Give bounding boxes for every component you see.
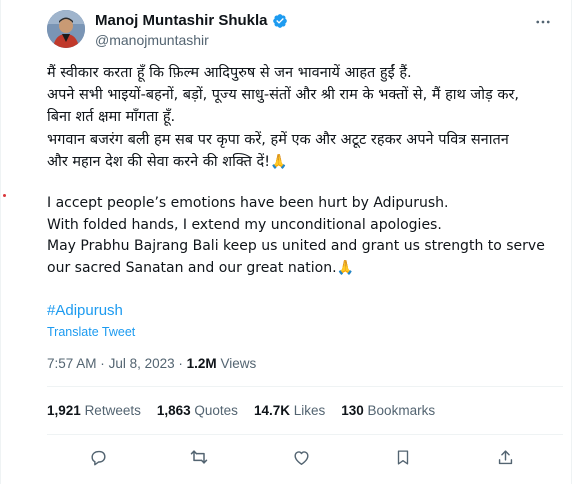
author-display-name[interactable]: Manoj Muntashir Shukla bbox=[95, 12, 268, 29]
avatar-image bbox=[47, 10, 85, 48]
tweet-stats: 1,921 Retweets 1,863 Quotes 14.7K Likes … bbox=[47, 403, 435, 418]
tweet-detail: Manoj Muntashir Shukla @manojmuntashir म… bbox=[0, 0, 572, 484]
stat-count: 130 bbox=[341, 403, 364, 418]
bookmarks-stat[interactable]: 130 Bookmarks bbox=[341, 403, 435, 418]
stat-label: Quotes bbox=[194, 403, 238, 418]
hindi-line: और महान देश की सेवा करने की शक्ति दें! bbox=[47, 153, 271, 170]
meta-separator: · bbox=[100, 356, 105, 371]
hindi-line: बिना शर्त क्षमा माँगता हूँ. bbox=[47, 109, 176, 126]
author-handle[interactable]: @manojmuntashir bbox=[95, 32, 209, 48]
stat-count: 14.7K bbox=[253, 403, 290, 418]
divider bbox=[47, 386, 563, 387]
verified-badge-icon bbox=[272, 13, 288, 29]
hashtag-link[interactable]: #Adipurush bbox=[47, 302, 123, 319]
hindi-line: भगवान बजरंग बली हम सब पर कृपा करें, हमें… bbox=[47, 131, 509, 148]
retweets-stat[interactable]: 1,921 Retweets bbox=[47, 403, 141, 418]
folded-hands-emoji: 🙏 bbox=[336, 259, 354, 276]
stat-label: Bookmarks bbox=[367, 403, 436, 418]
likes-stat[interactable]: 14.7K Likes bbox=[254, 403, 325, 418]
tweet-time[interactable]: 7:57 AM bbox=[47, 356, 97, 371]
views-count: 1.2M bbox=[186, 356, 217, 371]
retweet-icon[interactable] bbox=[188, 446, 210, 468]
divider bbox=[47, 434, 563, 435]
author-name-row: Manoj Muntashir Shukla bbox=[95, 12, 288, 29]
stat-label: Likes bbox=[293, 403, 326, 418]
tweet-meta: 7:57 AM · Jul 8, 2023 · 1.2M Views bbox=[47, 356, 256, 371]
tweet-actions bbox=[47, 446, 563, 468]
translate-tweet-link[interactable]: Translate Tweet bbox=[47, 325, 135, 339]
more-dots-icon[interactable] bbox=[533, 12, 553, 32]
stat-count: 1,921 bbox=[47, 403, 81, 418]
views-label: Views bbox=[220, 356, 257, 371]
hindi-line: अपने सभी भाइयों-बहनों, बड़ों, पूज्य साधु… bbox=[47, 87, 519, 104]
share-icon[interactable] bbox=[494, 446, 516, 468]
reply-icon[interactable] bbox=[87, 446, 109, 468]
english-line: our sacred Sanatan and our great nation. bbox=[47, 259, 337, 276]
hindi-line: मैं स्वीकार करता हूँ कि फ़िल्म आदिपुरुष … bbox=[47, 65, 412, 81]
tweet-header: Manoj Muntashir Shukla @manojmuntashir bbox=[47, 10, 561, 50]
english-line-with-emoji: our sacred Sanatan and our great nation.… bbox=[47, 258, 563, 280]
bookmark-icon[interactable] bbox=[392, 446, 414, 468]
english-line: May Prabhu Bajrang Bali keep us united a… bbox=[47, 238, 545, 255]
english-line: With folded hands, I extend my unconditi… bbox=[47, 216, 442, 233]
hindi-line-with-emoji: और महान देश की सेवा करने की शक्ति दें!🙏 bbox=[47, 151, 563, 173]
avatar[interactable] bbox=[47, 10, 85, 48]
meta-separator: · bbox=[178, 356, 183, 371]
english-line: I accept people’s emotions have been hur… bbox=[47, 195, 449, 212]
tweet-text: मैं स्वीकार करता हूँ कि फ़िल्म आदिपुरुष … bbox=[47, 62, 563, 279]
quotes-stat[interactable]: 1,863 Quotes bbox=[157, 403, 238, 418]
stat-label: Retweets bbox=[84, 403, 141, 418]
tweet-date[interactable]: Jul 8, 2023 bbox=[109, 356, 175, 371]
folded-hands-emoji: 🙏 bbox=[270, 153, 288, 170]
stat-count: 1,863 bbox=[156, 403, 191, 418]
like-icon[interactable] bbox=[290, 446, 312, 468]
decorative-dot bbox=[3, 194, 6, 197]
